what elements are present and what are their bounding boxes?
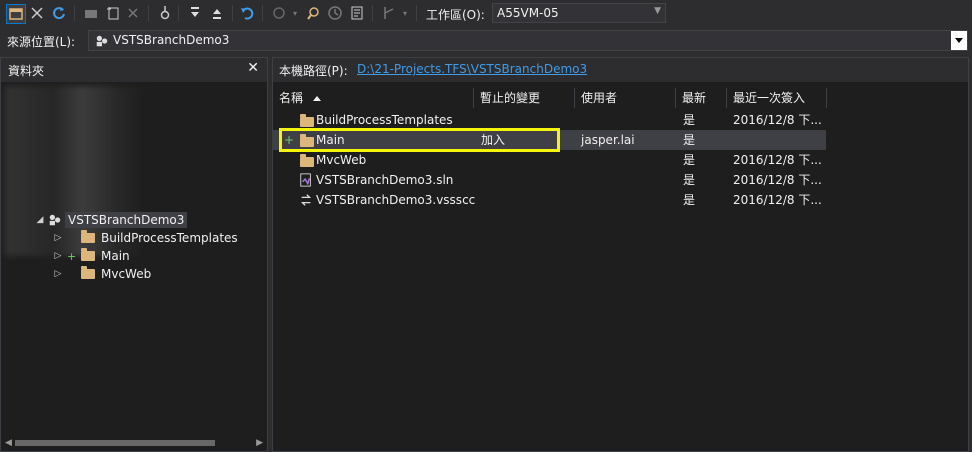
source-dropdown-button[interactable] <box>951 31 967 50</box>
last-checkin: 2016/12/8 下... <box>733 113 822 127</box>
find-icon[interactable] <box>304 4 322 22</box>
close-icon[interactable]: ✕ <box>247 60 259 76</box>
folder-icon <box>81 230 95 243</box>
highlight-annotation <box>279 128 560 152</box>
collapsed-triangle-icon[interactable]: ▷ <box>53 269 63 279</box>
compare-icon[interactable] <box>270 4 288 22</box>
undo-icon[interactable] <box>238 4 256 22</box>
source-bar: 來源位置(L): VSTSBranchDemo3 <box>0 28 972 54</box>
latest: 是 <box>683 193 696 207</box>
table-row[interactable]: VSTSBranchDemo3.sln 是 2016/12/8 下... <box>273 170 826 190</box>
delete-icon[interactable] <box>124 4 142 22</box>
solution-file-icon <box>300 173 311 187</box>
scroll-left-icon[interactable]: ◀ <box>5 438 12 448</box>
details-panel: 本機路徑(P): D:\21-Projects.TFS\VSTSBranchDe… <box>272 57 969 452</box>
properties-icon[interactable] <box>348 4 366 22</box>
table-row[interactable]: BuildProcessTemplates 是 2016/12/8 下... <box>273 110 826 130</box>
compare-dropdown-icon[interactable]: ▾ <box>290 4 300 22</box>
disconnect-icon[interactable] <box>28 4 46 22</box>
checkin-icon[interactable] <box>156 4 174 22</box>
folder-icon <box>81 248 95 261</box>
local-path-bar: 本機路徑(P): D:\21-Projects.TFS\VSTSBranchDe… <box>273 58 968 82</box>
workspace-label: 工作區(O): <box>426 8 485 22</box>
source-value: VSTSBranchDemo3 <box>113 33 230 47</box>
column-headers: 名稱 暫止的變更 使用者 最新 最近一次簽入 <box>273 88 827 108</box>
team-project-icon <box>49 214 61 226</box>
folders-panel: 資料夾 ✕ ◢ VSTSBranchDemo3 ▷ BuildProcessTe… <box>0 57 268 452</box>
tree-item-label: Main <box>101 249 130 263</box>
local-path-label: 本機路徑(P): <box>279 64 348 78</box>
folder-icon <box>300 114 314 127</box>
collapsed-triangle-icon[interactable]: ▷ <box>53 233 63 243</box>
file-name: VSTSBranchDemo3.sln <box>316 173 454 187</box>
folders-panel-title: 資料夾 <box>8 64 45 78</box>
tree-item-label: VSTSBranchDemo3 <box>65 212 188 228</box>
add-item-icon[interactable] <box>104 4 122 22</box>
expanded-triangle-icon[interactable]: ◢ <box>35 215 45 225</box>
last-checkin: 2016/12/8 下... <box>733 173 822 187</box>
workspace-value: A55VM-05 <box>497 6 559 20</box>
branch-dropdown-icon[interactable]: ▾ <box>400 4 410 22</box>
toolbar: ▾ ▾ 工作區(O): A55VM-05 ▼ <box>0 0 972 28</box>
collapsed-triangle-icon[interactable]: ▷ <box>53 251 63 261</box>
folder-icon <box>300 154 314 167</box>
refresh-icon[interactable] <box>50 4 68 22</box>
source-label: 來源位置(L): <box>7 35 76 49</box>
checkout-icon[interactable] <box>208 4 226 22</box>
chevron-down-icon: ▼ <box>654 6 661 16</box>
column-user[interactable]: 使用者 <box>575 88 676 108</box>
pending-add-icon: + <box>67 249 77 263</box>
get-latest-icon[interactable] <box>186 4 204 22</box>
latest: 是 <box>683 133 696 147</box>
new-folder-icon[interactable] <box>82 4 100 22</box>
user: jasper.lai <box>581 133 635 147</box>
tree-item-root[interactable]: ◢ VSTSBranchDemo3 <box>35 211 188 229</box>
last-checkin: 2016/12/8 下... <box>733 153 822 167</box>
sort-ascending-icon <box>313 96 322 101</box>
tree-item-label: BuildProcessTemplates <box>101 231 238 245</box>
tree-item-main[interactable]: ▷ + Main <box>53 247 130 265</box>
local-path-link[interactable]: D:\21-Projects.TFS\VSTSBranchDemo3 <box>357 62 587 76</box>
scroll-right-icon[interactable]: ▶ <box>256 438 263 448</box>
source-control-file-icon <box>300 194 312 206</box>
table-row[interactable]: VSTSBranchDemo3.vssscc 是 2016/12/8 下... <box>273 190 826 210</box>
folder-icon <box>81 266 95 279</box>
tree-item-buildprocesstemplates[interactable]: ▷ BuildProcessTemplates <box>53 229 238 247</box>
new-workspace-icon[interactable] <box>6 4 26 24</box>
column-last-checkin[interactable]: 最近一次簽入 <box>727 88 827 108</box>
branch-icon[interactable] <box>380 4 398 22</box>
source-select[interactable]: VSTSBranchDemo3 <box>88 30 968 51</box>
column-pending-change[interactable]: 暫止的變更 <box>474 88 575 108</box>
tree-item-label: MvcWeb <box>101 267 152 281</box>
latest: 是 <box>683 153 696 167</box>
workspace-select[interactable]: A55VM-05 ▼ <box>492 3 666 23</box>
scrollbar-thumb[interactable] <box>15 440 215 446</box>
latest: 是 <box>683 173 696 187</box>
tree-item-mvcweb[interactable]: ▷ MvcWeb <box>53 265 151 283</box>
column-name[interactable]: 名稱 <box>273 88 474 108</box>
last-checkin: 2016/12/8 下... <box>733 193 822 207</box>
horizontal-scrollbar[interactable]: ◀ ▶ <box>3 438 265 448</box>
latest: 是 <box>683 113 696 127</box>
table-row[interactable]: MvcWeb 是 2016/12/8 下... <box>273 150 826 170</box>
team-project-icon <box>96 35 108 47</box>
folders-panel-header: 資料夾 ✕ <box>1 58 267 82</box>
file-name: BuildProcessTemplates <box>316 113 453 127</box>
file-name: MvcWeb <box>316 153 367 167</box>
history-icon[interactable] <box>326 4 344 22</box>
column-latest[interactable]: 最新 <box>676 88 727 108</box>
file-name: VSTSBranchDemo3.vssscc <box>316 193 476 207</box>
